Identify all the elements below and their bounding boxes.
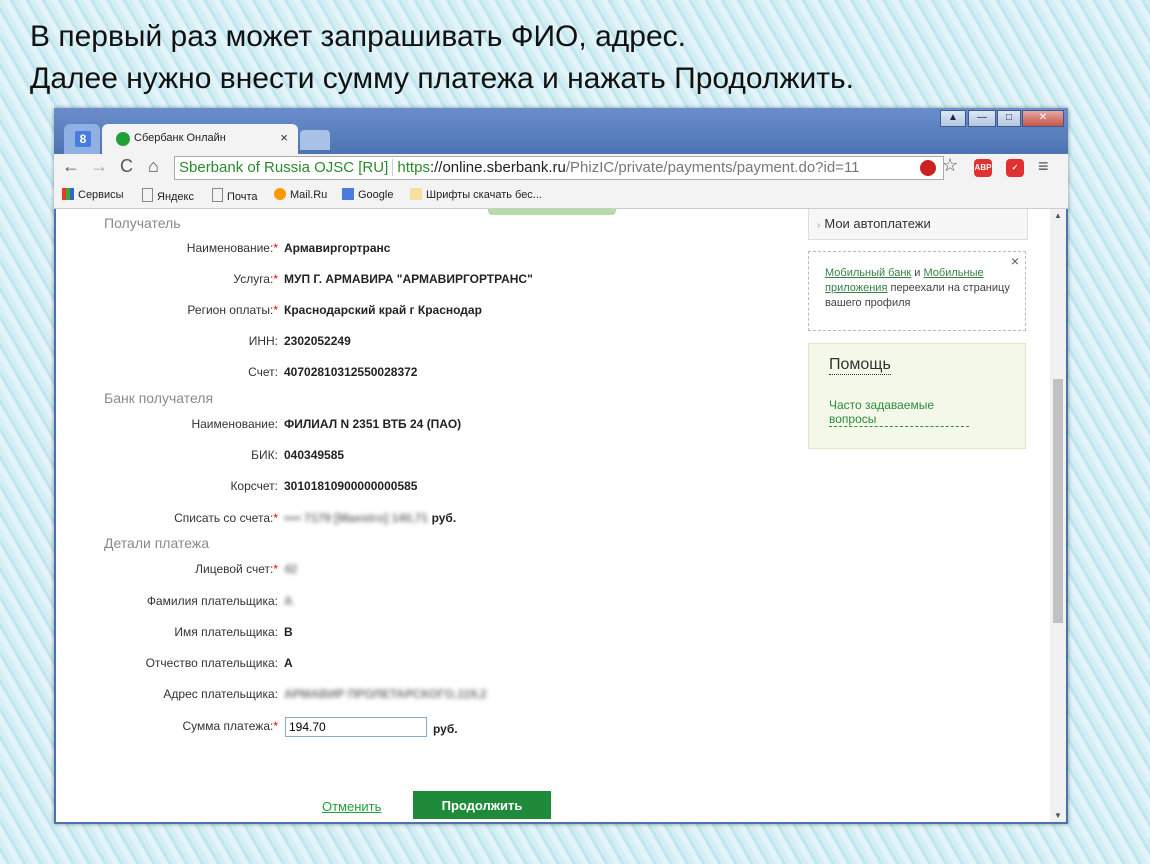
- corr-account-value: 30101810900000000585: [284, 479, 418, 493]
- firstname-value: В: [284, 625, 293, 639]
- debit-label: Списать со счета:*: [174, 511, 278, 525]
- service-value: МУП Г. АРМАВИРА "АРМАВИРГОРТРАНС": [284, 272, 533, 286]
- toolbar: ← → C ⌂ Sberbank of Russia OJSC [RU] htt…: [54, 154, 1068, 182]
- bank-section-title: Банк получателя: [104, 390, 214, 406]
- amount-currency: руб.: [433, 722, 458, 736]
- user-icon[interactable]: ▲: [940, 110, 966, 127]
- personal-account-value: 42: [284, 562, 298, 576]
- patronymic-label: Отчество плательщика:: [145, 656, 278, 670]
- scroll-thumb[interactable]: [1053, 379, 1063, 623]
- tab-sberbank[interactable]: Сбербанк Онлайн ×: [102, 124, 298, 154]
- bik-label: БИК:: [251, 448, 278, 462]
- apps-icon: [62, 188, 74, 200]
- menu-icon[interactable]: ≡: [1038, 156, 1049, 177]
- google-icon: 8: [75, 131, 91, 147]
- autopayments-link[interactable]: › Мои автоплатежи: [808, 209, 1028, 240]
- account-label: Счет:: [248, 365, 278, 379]
- browser-window: ▲ — □ ✕ 8 Сбербанк Онлайн × ← → C ⌂ Sber…: [54, 108, 1068, 824]
- tab-indicator: [488, 209, 616, 215]
- faq-link[interactable]: Часто задаваемые вопросы: [829, 398, 969, 427]
- reload-icon[interactable]: C: [120, 156, 133, 177]
- name-value: Армавиргортранс: [284, 241, 391, 255]
- mobile-notice: × Мобильный банк и Мобильные приложения …: [808, 251, 1026, 331]
- amount-input[interactable]: [285, 717, 427, 737]
- bookmark-fonts[interactable]: Шрифты скачать бес...: [410, 188, 542, 201]
- tab-title: Сбербанк Онлайн: [134, 132, 226, 144]
- maximize-button[interactable]: □: [997, 110, 1021, 127]
- extension-icon[interactable]: ✓: [1006, 159, 1024, 177]
- recipient-section-title: Получатель: [104, 215, 181, 231]
- ev-certificate-label[interactable]: Sberbank of Russia OJSC [RU]: [175, 159, 394, 176]
- corr-account-label: Корсчет:: [230, 479, 278, 493]
- region-value: Краснодарский край г Краснодар: [284, 303, 482, 317]
- inn-label: ИНН:: [248, 334, 278, 348]
- forward-icon[interactable]: →: [90, 156, 108, 177]
- adblock-icon[interactable]: ABP: [974, 159, 992, 177]
- bookmark-mailru[interactable]: Mail.Ru: [274, 188, 327, 201]
- scroll-up-icon[interactable]: ▲: [1054, 211, 1062, 220]
- bank-name-value: ФИЛИАЛ N 2351 ВТБ 24 (ПАО): [284, 417, 462, 431]
- service-label: Услуга:*: [233, 272, 278, 286]
- title-bar: ▲ — □ ✕ 8 Сбербанк Онлайн ×: [54, 108, 1068, 154]
- amount-label: Сумма платежа:*: [182, 719, 278, 733]
- scroll-down-icon[interactable]: ▼: [1054, 811, 1062, 820]
- close-window-button[interactable]: ✕: [1022, 110, 1064, 127]
- sberbank-icon: [116, 132, 130, 146]
- firstname-label: Имя плательщика:: [174, 625, 278, 639]
- blocked-icon[interactable]: [920, 160, 936, 176]
- cancel-link[interactable]: Отменить: [322, 799, 381, 814]
- help-panel: Помощь Часто задаваемые вопросы: [808, 343, 1026, 449]
- bookmark-star-icon[interactable]: ☆: [942, 155, 958, 176]
- chevron-right-icon: ›: [817, 220, 821, 231]
- details-section-title: Детали платежа: [104, 535, 209, 551]
- patronymic-value: А: [284, 656, 293, 670]
- bik-value: 040349585: [284, 448, 345, 462]
- address-label: Адрес плательщика:: [163, 687, 278, 701]
- home-icon[interactable]: ⌂: [148, 156, 159, 177]
- bank-name-label: Наименование:: [191, 417, 278, 431]
- close-icon[interactable]: ×: [1011, 254, 1019, 269]
- surname-label: Фамилия плательщика:: [146, 594, 278, 608]
- fonts-icon: [410, 188, 422, 200]
- new-tab-button[interactable]: [300, 130, 330, 150]
- mailru-icon: [274, 188, 286, 200]
- bookmark-pochta[interactable]: Почта: [212, 188, 258, 203]
- scrollbar[interactable]: ▲ ▼: [1050, 209, 1066, 822]
- inn-value: 2302052249: [284, 334, 351, 348]
- region-label: Регион оплаты:*: [187, 303, 278, 317]
- bookmark-google[interactable]: Google: [342, 188, 393, 201]
- debit-account-select[interactable]: •••• 7179 [Maestro] 140,71 руб.: [284, 511, 456, 525]
- minimize-button[interactable]: —: [968, 110, 996, 127]
- google-icon: [342, 188, 354, 200]
- help-title: Помощь: [829, 356, 891, 375]
- personal-account-label: Лицевой счет:*: [195, 562, 278, 576]
- account-value: 40702810312550028372: [284, 365, 418, 379]
- page-icon: [212, 188, 223, 202]
- address-bar[interactable]: Sberbank of Russia OJSC [RU] https://onl…: [174, 156, 944, 180]
- continue-button[interactable]: Продолжить: [413, 791, 551, 819]
- page-icon: [142, 188, 153, 202]
- mobile-bank-link[interactable]: Мобильный банк: [825, 267, 911, 279]
- address-value: АРМАВИР ПРОЛЕТАРСКОГО,119,2: [284, 687, 487, 701]
- bookmarks-bar: Сервисы Яндекс Почта Mail.Ru Google Шриф…: [54, 182, 1068, 209]
- slide-caption-line1: В первый раз может запрашивать ФИО, адре…: [30, 20, 686, 53]
- bookmark-yandex[interactable]: Яндекс: [142, 188, 194, 203]
- tab-google[interactable]: 8: [64, 124, 100, 154]
- tab-close-icon[interactable]: ×: [280, 130, 288, 145]
- bookmark-services[interactable]: Сервисы: [62, 188, 124, 201]
- slide-caption-line2: Далее нужно внести сумму платежа и нажат…: [30, 62, 854, 95]
- back-icon[interactable]: ←: [62, 156, 80, 177]
- name-label: Наименование:*: [186, 241, 278, 255]
- page-content: Получатель Наименование:* Армавиргортран…: [56, 209, 1066, 822]
- surname-value: А: [284, 594, 293, 608]
